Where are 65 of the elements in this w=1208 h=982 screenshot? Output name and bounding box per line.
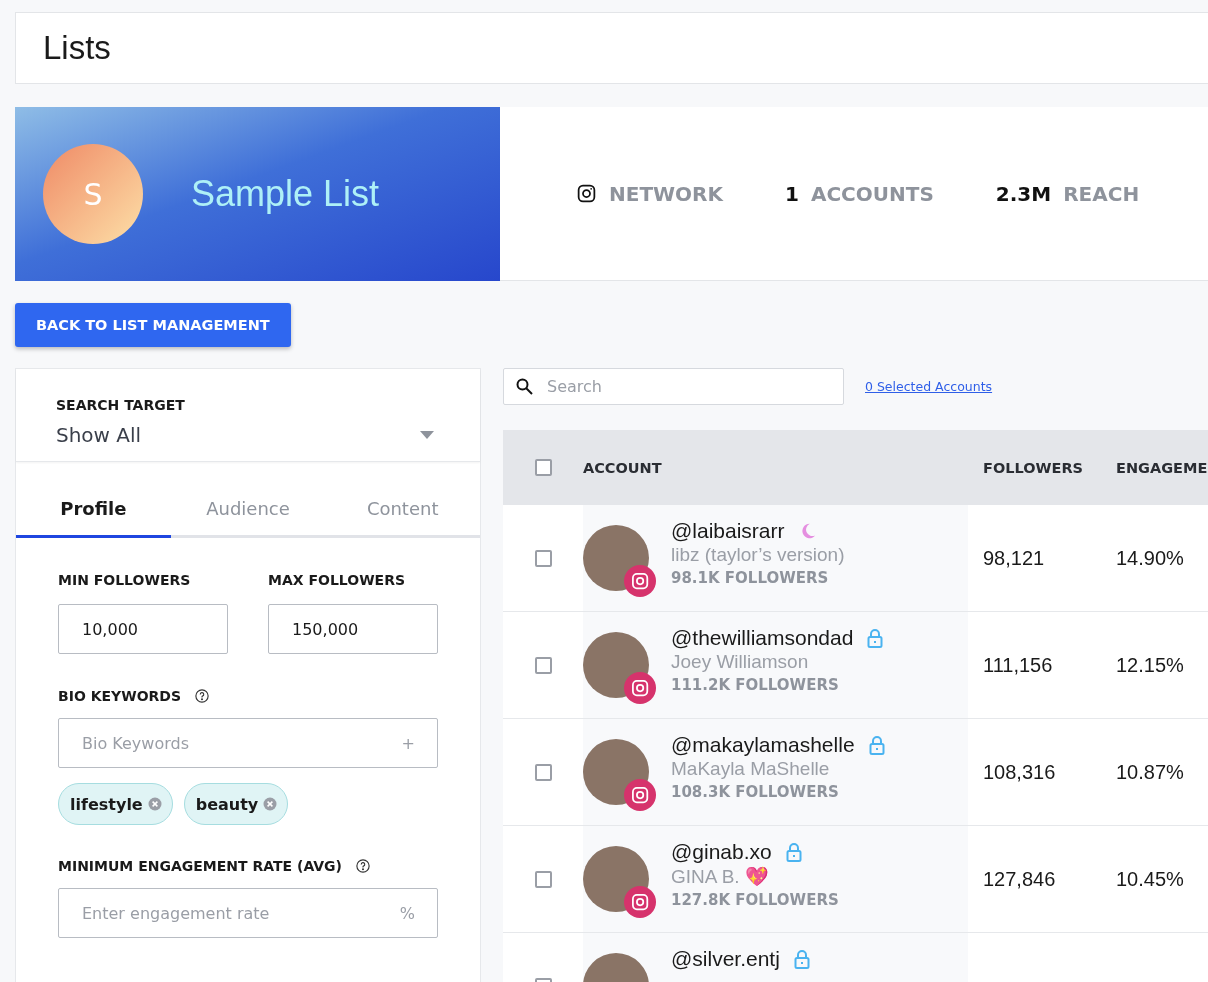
search-icon [516,378,533,395]
caret-icon [420,431,434,439]
lock-icon [785,842,802,862]
instagram-icon [624,565,656,597]
table-cell: 98,121 [983,546,1045,570]
selected-accounts-link[interactable]: 0 Selected Accounts [865,379,993,394]
table-cell: 108,316 [983,760,1056,784]
followers-count: 98.1K FOLLOWERS [671,569,830,587]
row-checkbox[interactable] [534,656,552,674]
followers-input[interactable]: 150,000 [268,604,438,654]
row-checkbox[interactable] [534,763,552,781]
field-label: MIN FOLLOWERS [58,572,191,588]
stat-value: 1 [785,181,799,206]
account-handle[interactable]: @makaylamashelle [671,733,855,757]
account-handle[interactable]: @thewilliamsondad [671,626,854,650]
account-name: Joey Williamson [671,651,810,673]
table-cell: 10.45% [1116,867,1184,891]
remove-icon[interactable] [147,797,162,811]
followers-count: 108.3K FOLLOWERS [671,783,840,801]
instagram-icon [576,183,597,204]
account-name: libz (taylor’s version) [671,544,845,566]
row-checkbox[interactable] [534,870,552,888]
search-target-select[interactable]: Show All [56,423,440,447]
stat-value: 2.3M [995,181,1052,206]
field-label: BIO KEYWORDS [58,688,182,704]
account-handle[interactable]: @ginab.xo [671,840,772,864]
instagram-icon [624,672,656,704]
field-label: SEARCH TARGET [56,397,185,413]
followers-count: 111.2K FOLLOWERS [671,676,840,694]
table-cell: 12.15% [1116,653,1184,677]
field-label: MINIMUM ENGAGEMENT RATE (AVG) [58,858,342,874]
table-cell: 10.87% [1116,760,1184,784]
instagram-icon [624,886,656,918]
table-cell: 111,156 [983,653,1053,677]
table-cell: 14.90% [1116,546,1184,570]
stat-label: NETWORK [609,181,723,206]
select-all-checkbox[interactable] [534,459,552,476]
account-handle[interactable]: @laibaisrarr [671,519,785,543]
page-title: Lists [43,29,111,67]
account-name: GINA B. 💖 [671,865,770,888]
column-header: ENGAGEME [1115,459,1208,476]
lock-icon [868,735,885,755]
account-handle[interactable]: @silver.entj [671,947,780,971]
help-icon[interactable] [356,859,370,873]
account-name: MaKayla MaShelle [671,758,831,780]
stat-label: ACCOUNTS [810,181,934,206]
followers-input[interactable]: 10,000 [58,604,228,654]
lock-icon [867,628,884,648]
remove-icon[interactable] [263,797,278,811]
help-icon[interactable] [195,689,210,703]
keyword-tag[interactable]: lifestyle [58,783,173,825]
column-header: FOLLOWERS [982,459,1085,476]
list-name: Sample List [191,173,380,215]
followers-count: 127.8K FOLLOWERS [671,891,839,909]
table-cell: 127,846 [983,867,1056,891]
list-avatar: S [43,144,143,244]
stat-label: REACH [1063,181,1140,206]
filter-tab[interactable]: Profile [16,466,171,538]
instagram-icon [624,779,656,811]
back-button[interactable]: BACK TO LIST MANAGEMENT [15,303,291,347]
field-label: MAX FOLLOWERS [268,572,405,588]
lock-icon [793,949,810,969]
row-checkbox[interactable] [534,549,552,567]
column-header: ACCOUNT [583,459,663,476]
keyword-tag[interactable]: beauty [183,783,289,825]
